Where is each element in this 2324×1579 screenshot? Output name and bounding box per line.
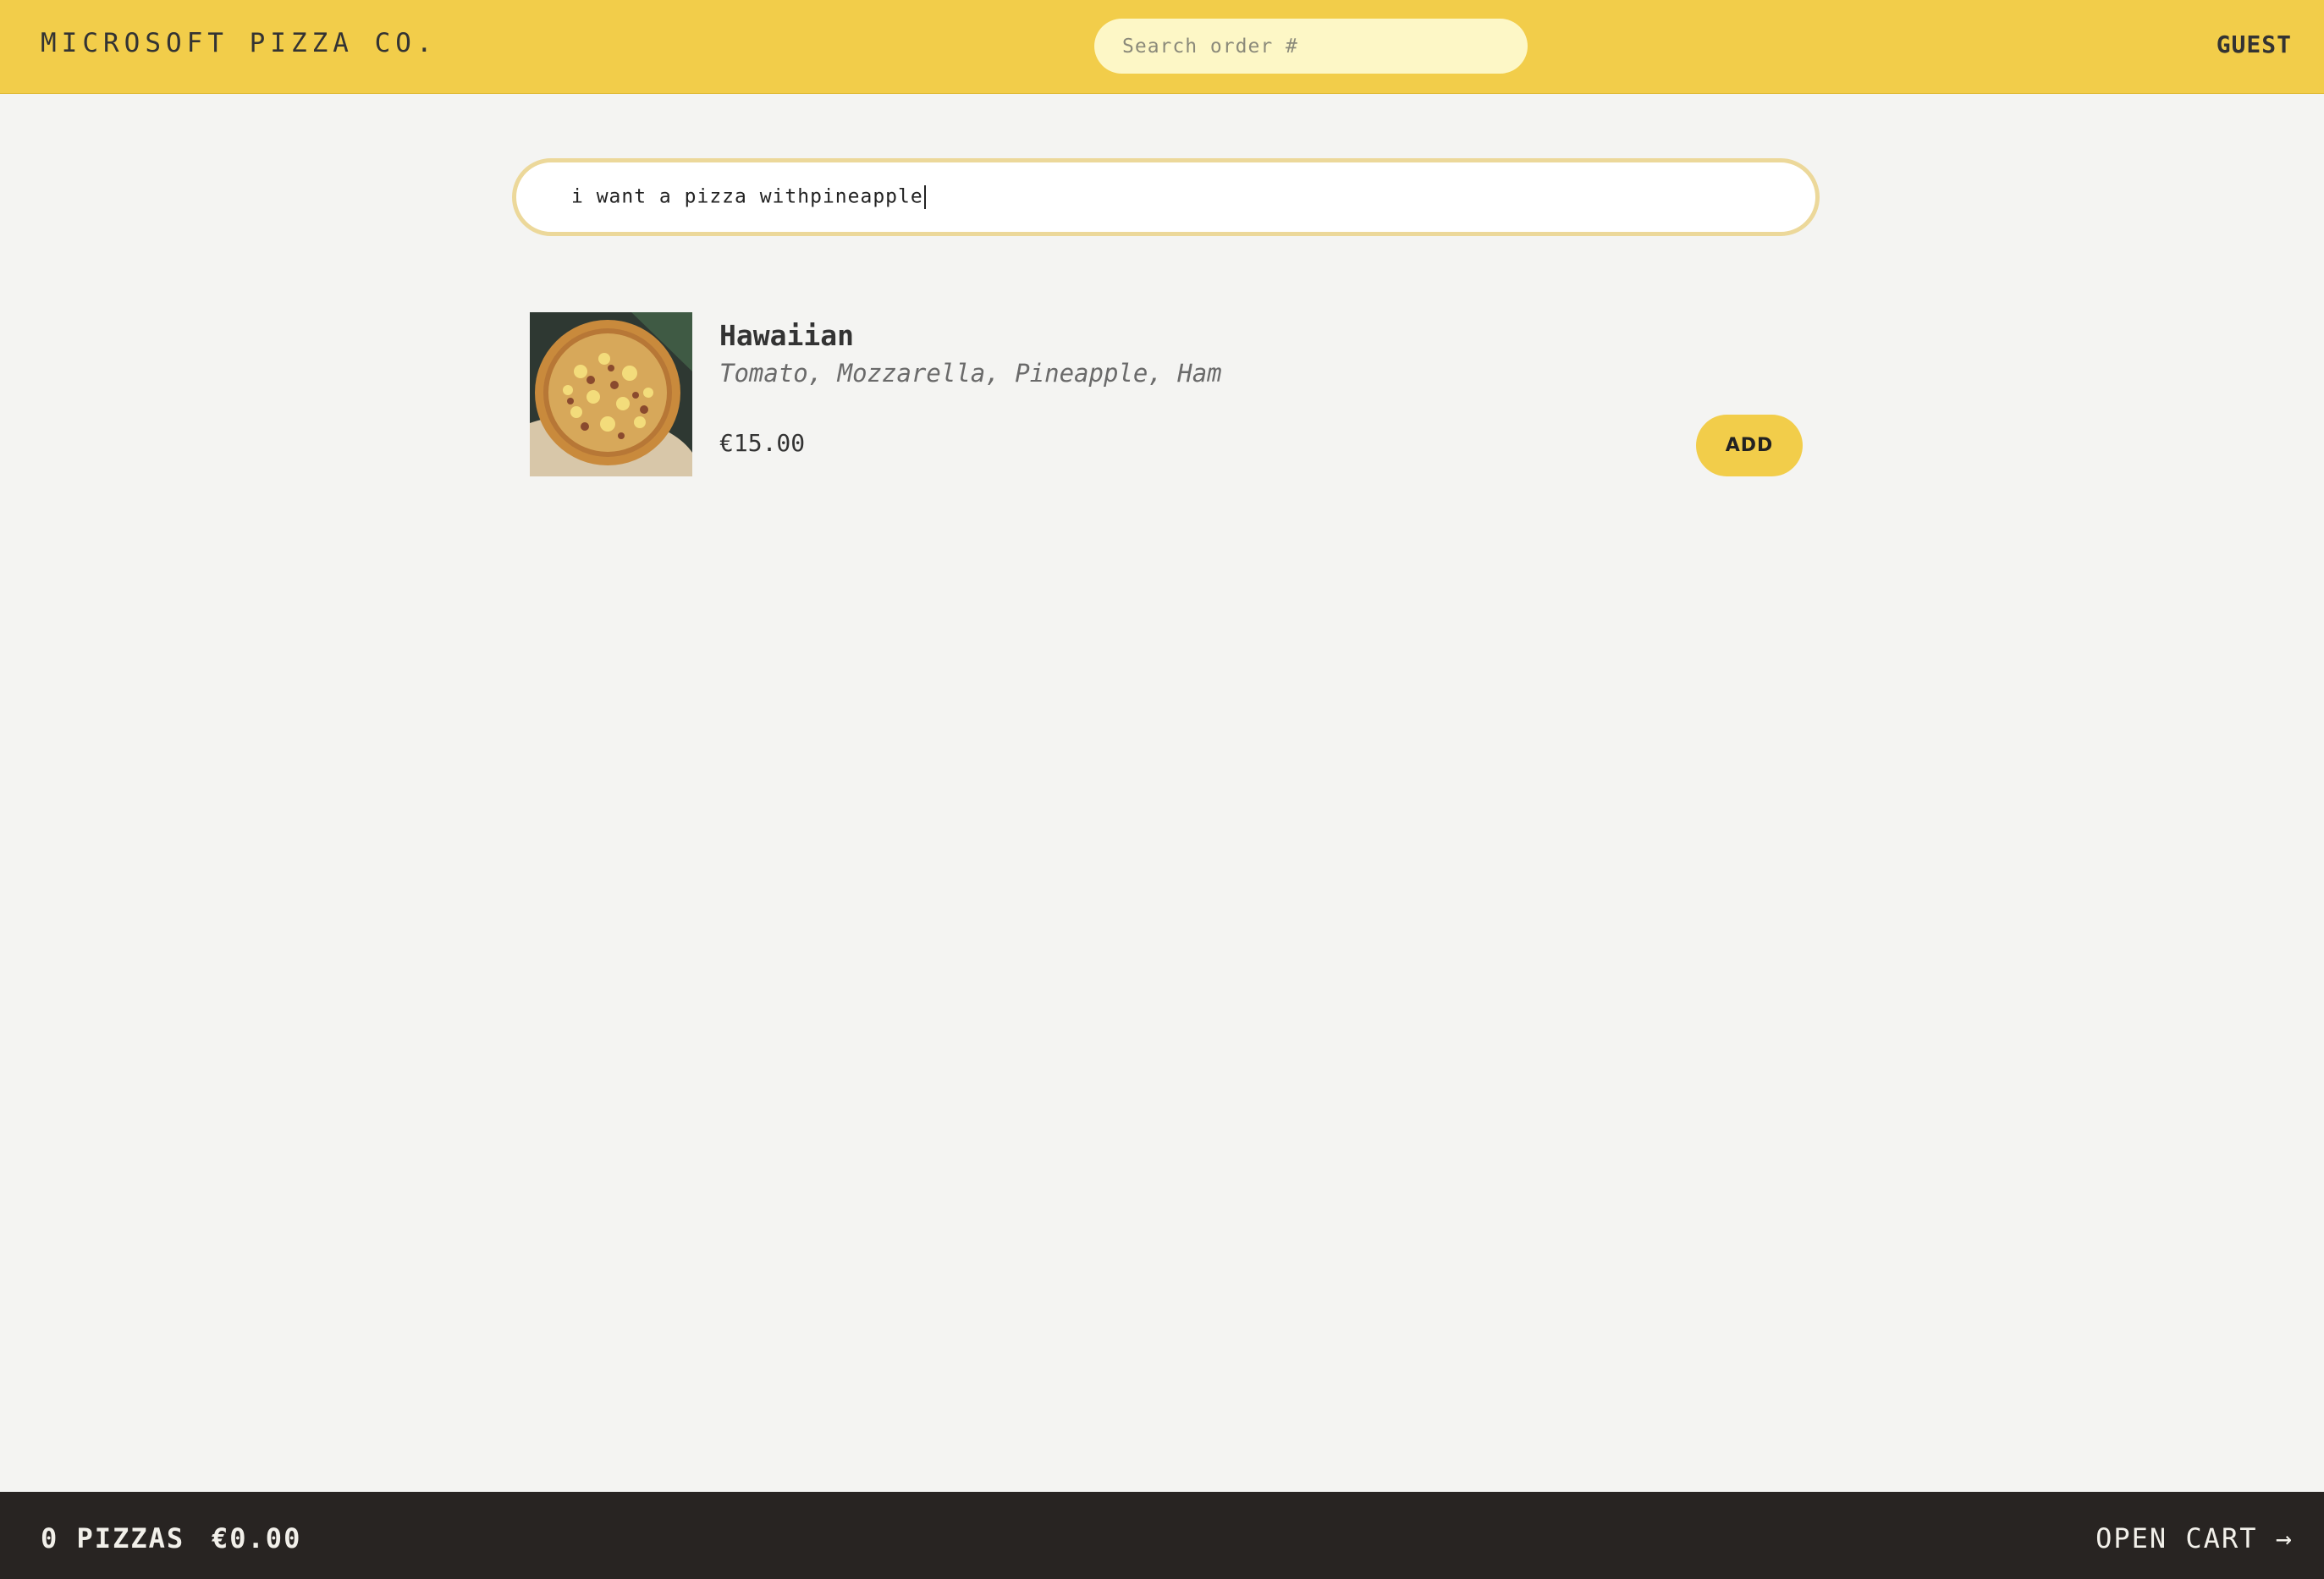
add-to-cart-button[interactable]: ADD (1696, 415, 1803, 476)
text-caret (923, 185, 926, 209)
pizza-image (530, 312, 692, 476)
open-cart-link[interactable]: OPEN CART → (2095, 1522, 2294, 1554)
pizza-query-text: i want a pizza withpineapple (571, 185, 926, 209)
pizza-query-input[interactable]: i want a pizza withpineapple (512, 158, 1820, 236)
cart-pizza-count: 0 PIZZAS (41, 1522, 185, 1554)
pizza-ingredients: Tomato, Mozzarella, Pineapple, Ham (719, 359, 1222, 388)
brand-logo[interactable]: MICROSOFT PIZZA CO. (41, 28, 438, 58)
menu-item: Hawaiian Tomato, Mozzarella, Pineapple, … (530, 312, 1804, 476)
pizza-price: €15.00 (719, 429, 806, 457)
cart-summary-bar: 0 PIZZAS €0.00 OPEN CART → (0, 1492, 2324, 1579)
pizza-name: Hawaiian (719, 319, 854, 352)
top-bar: MICROSOFT PIZZA CO. GUEST (0, 0, 2324, 94)
cart-total-price: €0.00 (212, 1522, 302, 1554)
user-name: GUEST (2216, 30, 2292, 58)
order-search-input[interactable] (1094, 19, 1528, 74)
